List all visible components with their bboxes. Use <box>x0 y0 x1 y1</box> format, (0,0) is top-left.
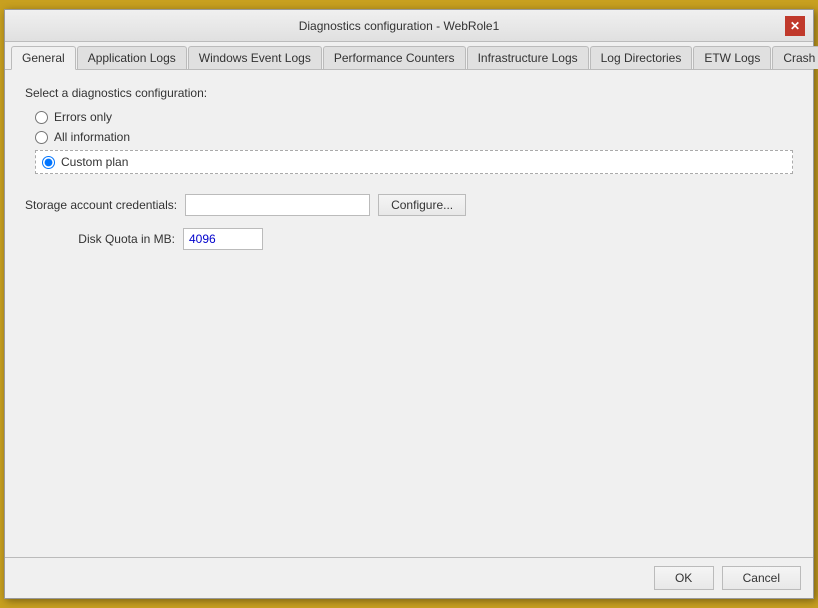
tab-log-directories[interactable]: Log Directories <box>590 46 693 69</box>
cancel-button[interactable]: Cancel <box>722 566 801 590</box>
title-bar: Diagnostics configuration - WebRole1 ✕ <box>5 10 813 42</box>
radio-errors-row: Errors only <box>35 110 793 124</box>
content-area: Select a diagnostics configuration: Erro… <box>5 70 813 557</box>
tab-crash-dumps[interactable]: Crash Dumps <box>772 46 818 69</box>
disk-quota-label: Disk Quota in MB: <box>25 232 175 246</box>
storage-account-row: Storage account credentials: Configure..… <box>25 194 793 216</box>
disk-quota-input[interactable] <box>183 228 263 250</box>
radio-custom-row: Custom plan <box>35 150 793 174</box>
window-title: Diagnostics configuration - WebRole1 <box>13 19 785 33</box>
dialog-window: Diagnostics configuration - WebRole1 ✕ G… <box>4 9 814 599</box>
radio-all-row: All information <box>35 130 793 144</box>
ok-button[interactable]: OK <box>654 566 714 590</box>
tab-application-logs[interactable]: Application Logs <box>77 46 187 69</box>
storage-input[interactable] <box>185 194 370 216</box>
tab-etw-logs[interactable]: ETW Logs <box>693 46 771 69</box>
radio-all-label[interactable]: All information <box>54 130 130 144</box>
radio-all-information[interactable] <box>35 131 48 144</box>
close-button[interactable]: ✕ <box>785 16 805 36</box>
radio-errors-label[interactable]: Errors only <box>54 110 112 124</box>
tab-windows-event-logs[interactable]: Windows Event Logs <box>188 46 322 69</box>
disk-quota-row: Disk Quota in MB: <box>25 228 793 250</box>
tab-general[interactable]: General <box>11 46 76 70</box>
radio-group: Errors only All information Custom plan <box>35 110 793 174</box>
select-config-label: Select a diagnostics configuration: <box>25 86 793 100</box>
storage-label: Storage account credentials: <box>25 198 177 212</box>
radio-custom-label[interactable]: Custom plan <box>61 155 786 169</box>
tab-performance-counters[interactable]: Performance Counters <box>323 46 466 69</box>
dialog-footer: OK Cancel <box>5 557 813 598</box>
radio-errors-only[interactable] <box>35 111 48 124</box>
radio-custom-plan[interactable] <box>42 156 55 169</box>
tab-infrastructure-logs[interactable]: Infrastructure Logs <box>467 46 589 69</box>
configure-button[interactable]: Configure... <box>378 194 466 216</box>
tab-bar: General Application Logs Windows Event L… <box>5 42 813 70</box>
